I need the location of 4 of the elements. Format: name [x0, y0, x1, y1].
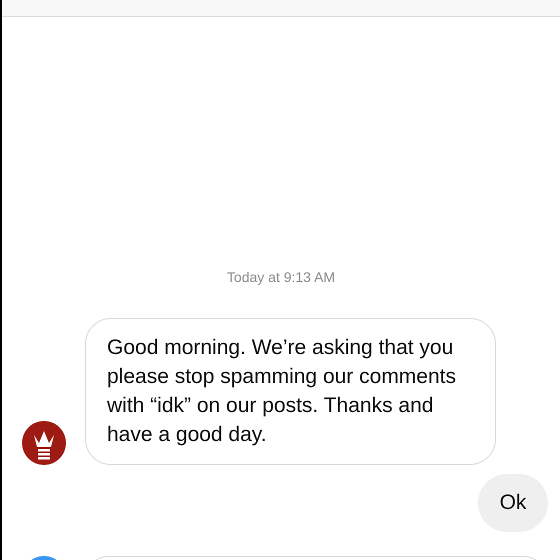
message-bubble: Ok — [478, 474, 548, 532]
message-bubble: Good morning. We’re asking that you please stop spamming our comments with “idk” on our posts. Thanks and have a good day. — [85, 318, 496, 465]
message-timestamp: Today at 9:13 AM — [226, 268, 336, 286]
avatar — [22, 421, 66, 465]
